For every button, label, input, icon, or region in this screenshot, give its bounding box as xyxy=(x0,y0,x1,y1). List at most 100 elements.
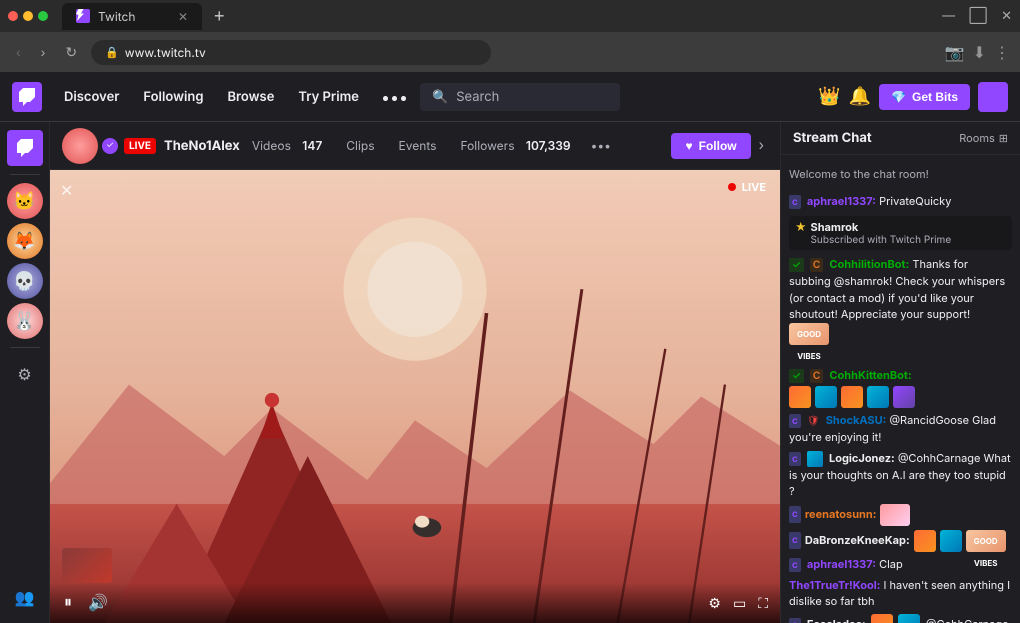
download-icon[interactable]: ⬇ xyxy=(973,42,986,62)
follow-label: Follow xyxy=(699,139,737,153)
back-button[interactable]: ‹ xyxy=(10,40,27,64)
user-avatar-button[interactable] xyxy=(978,82,1008,112)
video-controls: ⏸ 🔊 ⚙ ▭ ⛶ xyxy=(50,583,780,623)
nav-following[interactable]: Following xyxy=(133,83,213,111)
get-bits-button[interactable]: 💎 Get Bits xyxy=(879,84,970,110)
emote-1-11 xyxy=(871,614,893,623)
badge-g-4: ✓ xyxy=(789,369,804,383)
window-chrome-left: Twitch ✕ + xyxy=(8,3,231,30)
minimize-window-btn[interactable] xyxy=(23,11,33,21)
subnav-clips[interactable]: Clips xyxy=(334,132,386,159)
emotes-row-4 xyxy=(789,386,1012,408)
chat-message-3: ✓ C CohhilitionBot: Thanks for subbing @… xyxy=(789,256,1012,363)
search-bar[interactable]: 🔍 Search xyxy=(420,83,620,111)
rooms-button[interactable]: Rooms ⊞ xyxy=(959,131,1008,145)
subnav-more-dots[interactable]: ••• xyxy=(583,134,619,157)
nav-discover[interactable]: Discover xyxy=(54,83,129,111)
emote-img-7 xyxy=(880,504,910,526)
sidebar-channel-2[interactable]: 🦊 xyxy=(7,223,43,259)
verified-icon: ✓ xyxy=(106,140,114,151)
badge-c-5: c xyxy=(789,414,801,428)
chat-messages: Welcome to the chat room! c aphrael1337:… xyxy=(781,155,1020,623)
bits-gem-icon: 💎 xyxy=(891,90,906,104)
sidebar-home-icon[interactable] xyxy=(7,130,43,166)
notification-bell-icon[interactable]: 🔔 xyxy=(849,86,871,107)
subnav-followers[interactable]: Followers 107,339 xyxy=(448,132,582,159)
close-window-btn[interactable] xyxy=(8,11,18,21)
browser-tab[interactable]: Twitch ✕ xyxy=(62,3,202,30)
tab-favicon xyxy=(76,9,90,23)
volume-button[interactable]: 🔊 xyxy=(86,591,110,615)
url-bar[interactable]: 🔒 www.twitch.tv xyxy=(91,40,491,65)
emote-welcome-5 xyxy=(893,386,915,408)
badge-c-8: c xyxy=(789,532,801,549)
live-text: LIVE xyxy=(742,180,766,194)
search-icon: 🔍 xyxy=(432,89,448,105)
app-body: 🐱 🦊 💀 🐰 ⚙ 👥 ✓ LIVE TheNo1Alex Videos 147 xyxy=(0,122,1020,623)
username-9: aphrael1337: xyxy=(807,557,876,571)
window-chrome: Twitch ✕ + — ⬜ ✕ xyxy=(0,0,1020,32)
sidebar-channel-3[interactable]: 💀 xyxy=(7,263,43,299)
badge-c-1: c xyxy=(789,195,801,209)
channel-name[interactable]: TheNo1Alex xyxy=(164,138,240,154)
browser-menu-icon[interactable]: ⋮ xyxy=(994,42,1010,62)
emote-2-8 xyxy=(940,530,962,552)
window-minimize-icon[interactable]: — xyxy=(942,8,955,24)
twitch-nav: Discover Following Browse Try Prime ••• … xyxy=(0,72,1020,122)
live-dot xyxy=(728,183,736,191)
username-1: aphrael1337: xyxy=(807,194,876,208)
subnav-events[interactable]: Events xyxy=(387,132,449,159)
crown-icon[interactable]: 👑 xyxy=(818,86,840,107)
tab-close-btn[interactable]: ✕ xyxy=(178,9,188,24)
emote-welcome-1 xyxy=(789,386,811,408)
maximize-window-btn[interactable] xyxy=(38,11,48,21)
play-pause-button[interactable]: ⏸ xyxy=(62,592,74,614)
sidebar-channel-1[interactable]: 🐱 xyxy=(7,183,43,219)
twitch-logo[interactable] xyxy=(12,82,42,112)
tab-title: Twitch xyxy=(98,9,135,24)
nav-right: 👑 🔔 💎 Get Bits xyxy=(818,82,1008,112)
refresh-button[interactable]: ↻ xyxy=(59,40,83,65)
channel-area: ✓ LIVE TheNo1Alex Videos 147 Clips Event… xyxy=(50,122,780,623)
chat-message-1: c aphrael1337: PrivateQuicky xyxy=(789,193,1012,210)
vibes-emote-3: GOOD VIBES xyxy=(789,323,829,345)
forward-button[interactable]: › xyxy=(35,40,52,64)
nav-try-prime[interactable]: Try Prime xyxy=(288,83,369,111)
sidebar-settings-icon[interactable]: ⚙ xyxy=(7,356,43,392)
sidebar-channel-4[interactable]: 🐰 xyxy=(7,303,43,339)
sidebar-divider-2 xyxy=(10,347,40,348)
chevron-right-icon[interactable]: › xyxy=(755,133,768,158)
sidebar-friends-icon[interactable]: 👥 xyxy=(7,579,43,615)
badge-img-6 xyxy=(807,451,823,467)
username-10: The1TrueTr!Kool: xyxy=(789,578,880,592)
verified-badge: ✓ xyxy=(102,138,118,154)
mod-badge-5: 🛡 xyxy=(807,415,820,427)
theater-mode-button[interactable]: ▭ xyxy=(733,595,746,612)
video-thumbnail[interactable] xyxy=(62,548,112,583)
video-close-button[interactable]: ✕ xyxy=(60,180,73,200)
video-settings-button[interactable]: ⚙ xyxy=(708,595,721,612)
emote-1-8 xyxy=(914,530,936,552)
window-resize-icon[interactable]: ⬜ xyxy=(969,8,987,24)
camera-icon[interactable]: 📷 xyxy=(945,42,965,62)
video-player[interactable]: ✕ LIVE ⏸ 🔊 ⚙ ▭ ⛶ xyxy=(50,170,780,623)
msg-text-9: Clap xyxy=(879,557,903,571)
browser-bar: ‹ › ↻ 🔒 www.twitch.tv 📷 ⬇ ⋮ xyxy=(0,32,1020,72)
window-close-icon[interactable]: ✕ xyxy=(1001,8,1012,24)
sub-content: Shamrok Subscribed with Twitch Prime xyxy=(811,220,952,246)
new-tab-button[interactable]: + xyxy=(208,4,231,29)
username-3: CohhilitionBot: xyxy=(829,257,909,271)
username-7: reenatosunn: xyxy=(805,506,877,523)
fullscreen-button[interactable]: ⛶ xyxy=(758,595,768,612)
video-overlay: ✕ LIVE ⏸ 🔊 ⚙ ▭ ⛶ xyxy=(50,170,780,623)
rooms-label: Rooms xyxy=(959,131,995,145)
subnav-videos[interactable]: Videos 147 xyxy=(240,132,334,159)
chat-message-6: c LogicJonez: @CohhCarnage What is your … xyxy=(789,450,1012,500)
follow-button[interactable]: ♥ Follow xyxy=(671,133,750,159)
sidebar-narrow: 🐱 🦊 💀 🐰 ⚙ 👥 xyxy=(0,122,50,623)
nav-browse[interactable]: Browse xyxy=(217,83,284,111)
msg-text-1: PrivateQuicky xyxy=(879,194,951,208)
nav-more-dots[interactable]: ••• xyxy=(373,83,416,111)
sidebar-divider-1 xyxy=(10,174,40,175)
heart-icon: ♥ xyxy=(685,139,692,153)
